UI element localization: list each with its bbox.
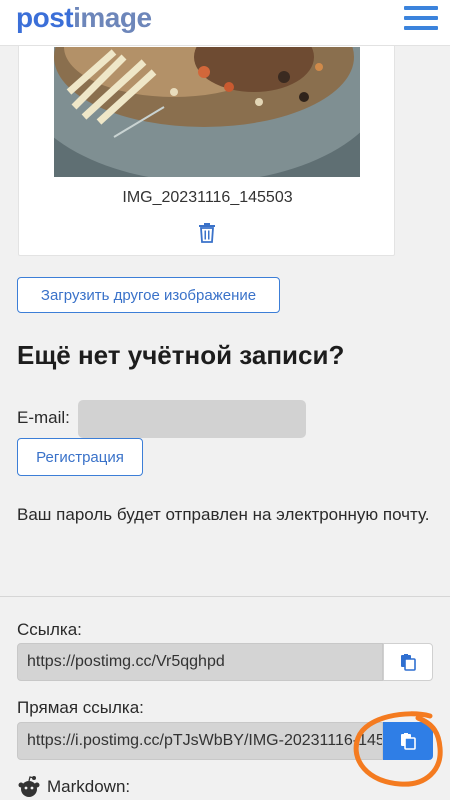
- upload-another-image-button[interactable]: Загрузить другое изображение: [17, 277, 280, 313]
- image-filename: IMG_20231116_145503: [122, 189, 293, 206]
- email-label: E-mail:: [17, 408, 70, 427]
- postimage-logo[interactable]: postimage: [16, 2, 152, 34]
- copy-link-button[interactable]: [383, 643, 433, 681]
- link-field[interactable]: https://postimg.cc/Vr5qghpd: [17, 643, 383, 681]
- uploaded-image-card: IMG_20231116_145503: [18, 38, 395, 256]
- link-label: Ссылка:: [17, 620, 82, 639]
- reddit-alien-icon: [18, 776, 40, 797]
- signup-heading: Ещё нет учётной записи?: [17, 340, 345, 370]
- copy-direct-link-button[interactable]: [383, 722, 433, 760]
- trash-icon[interactable]: [198, 223, 216, 243]
- clipboard-icon: [401, 733, 416, 750]
- markdown-label: Markdown:: [47, 777, 131, 796]
- direct-link-row: https://i.postimg.cc/pTJsWbBY/IMG-202311…: [17, 722, 433, 760]
- register-button[interactable]: Регистрация: [17, 438, 143, 476]
- markdown-row: Markdown:: [17, 774, 130, 800]
- hamburger-menu-icon[interactable]: [404, 6, 438, 32]
- password-note: Ваш пароль будет отправлен на электронну…: [17, 505, 430, 524]
- logo-text-image: image: [73, 2, 152, 33]
- email-input[interactable]: [78, 400, 306, 438]
- direct-link-field[interactable]: https://i.postimg.cc/pTJsWbBY/IMG-202311…: [17, 722, 383, 760]
- direct-link-label: Прямая ссылка:: [17, 698, 144, 717]
- top-navbar: postimage: [0, 0, 450, 46]
- link-row: https://postimg.cc/Vr5qghpd: [17, 643, 433, 681]
- logo-text-post: post: [16, 2, 74, 33]
- section-divider: [0, 596, 450, 597]
- uploaded-image-thumbnail[interactable]: [54, 47, 360, 177]
- clipboard-icon: [401, 654, 416, 671]
